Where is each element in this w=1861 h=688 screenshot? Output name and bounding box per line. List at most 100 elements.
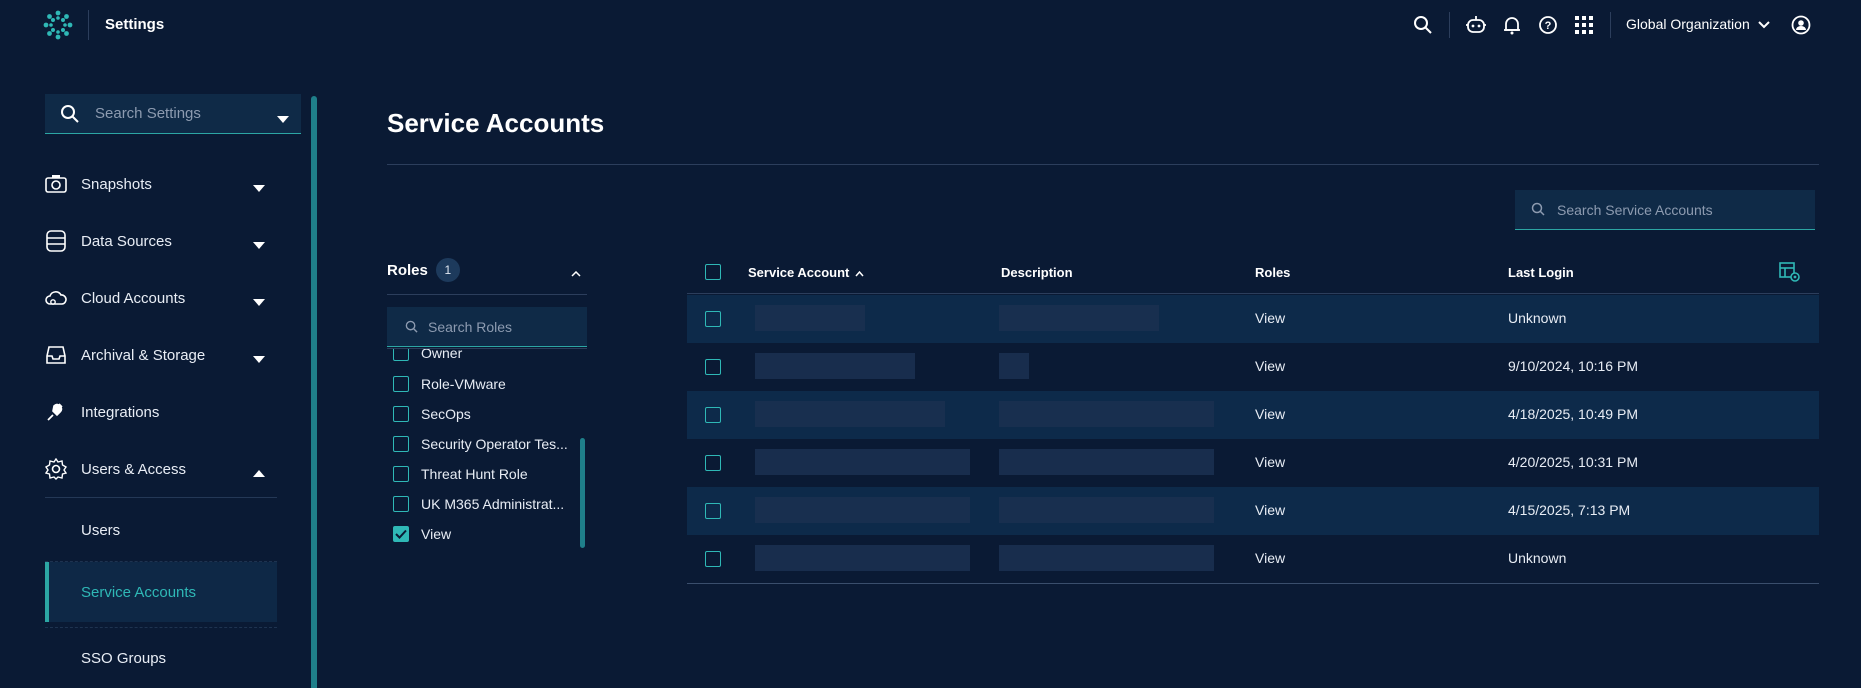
role-option-label: Threat Hunt Role [421, 466, 528, 482]
table-row[interactable]: View 4/20/2025, 10:31 PM [687, 439, 1819, 487]
app-logo-icon[interactable] [42, 9, 74, 41]
checkbox[interactable] [393, 376, 409, 392]
redacted-description [999, 401, 1214, 427]
checkbox[interactable] [393, 436, 409, 452]
roles-scrollbar[interactable] [580, 438, 585, 548]
assistant-bot-icon[interactable] [1464, 13, 1488, 37]
role-option-threat-hunt[interactable]: Threat Hunt Role [393, 459, 578, 489]
redacted-description [999, 449, 1214, 475]
role-option-security-operator[interactable]: Security Operator Tes... [393, 429, 578, 459]
sidebar-subitem-label: SSO Groups [81, 649, 167, 667]
plug-icon [45, 401, 67, 423]
sidebar-item-integrations[interactable]: Integrations [45, 392, 277, 432]
role-option-label: UK M365 Administrat... [421, 496, 565, 512]
roles-options-list: Owner Role-VMware SecOps Security Operat… [387, 348, 587, 550]
archive-tray-icon [45, 344, 67, 366]
redacted-description [999, 353, 1029, 379]
redacted-service-account [755, 449, 970, 475]
cloud-gear-icon [45, 287, 67, 309]
service-accounts-search-input[interactable]: Search Service Accounts [1515, 190, 1815, 230]
column-header-label: Last Login [1508, 265, 1574, 280]
sidebar-item-label: Archival & Storage [81, 346, 206, 364]
sidebar-subitem-service-accounts[interactable]: Service Accounts [45, 562, 277, 622]
roles-filter-header[interactable]: Roles 1 [387, 258, 587, 282]
sidebar-item-label: Cloud Accounts [81, 289, 186, 307]
redacted-service-account [755, 353, 915, 379]
camera-icon [45, 173, 67, 195]
row-checkbox[interactable] [705, 455, 721, 474]
sidebar-item-users-access[interactable]: Users & Access [45, 449, 277, 489]
top-bar: Settings ? Global Organization [0, 0, 1861, 50]
header-separator [1449, 12, 1450, 38]
role-option-owner[interactable]: Owner [393, 348, 578, 368]
settings-search-input[interactable]: Search Settings [45, 94, 301, 134]
bell-icon[interactable] [1500, 13, 1524, 37]
row-roles: View [1255, 454, 1286, 470]
chevron-up-icon[interactable] [571, 264, 581, 281]
sidebar-item-archival-storage[interactable]: Archival & Storage [45, 335, 277, 375]
role-option-label: Owner [421, 348, 463, 361]
row-checkbox[interactable] [705, 407, 721, 426]
sidebar-item-label: Integrations [81, 403, 160, 421]
checkbox[interactable] [393, 496, 409, 512]
search-icon [405, 320, 418, 338]
organization-selector[interactable]: Global Organization [1626, 16, 1770, 32]
roles-divider [387, 294, 587, 295]
checkbox[interactable] [705, 264, 721, 280]
row-last-login: 4/20/2025, 10:31 PM [1508, 454, 1638, 470]
sidebar-scrollbar[interactable] [311, 96, 317, 688]
checkbox[interactable] [393, 406, 409, 422]
sidebar-item-data-sources[interactable]: Data Sources [45, 221, 277, 261]
checkbox[interactable] [393, 466, 409, 482]
role-option-view[interactable]: View [393, 519, 578, 549]
column-header-roles[interactable]: Roles [1255, 265, 1290, 280]
column-header-description[interactable]: Description [1001, 265, 1073, 280]
caret-down-icon [253, 179, 265, 196]
row-last-login: Unknown [1508, 310, 1567, 326]
column-header-service-account[interactable]: Service Account [748, 265, 864, 280]
sidebar-subitem-sso-groups[interactable]: SSO Groups [45, 628, 277, 688]
table-row[interactable]: View 9/10/2024, 10:16 PM [687, 343, 1819, 391]
svg-text:?: ? [1545, 20, 1552, 32]
help-icon[interactable]: ? [1536, 13, 1560, 37]
user-account-icon[interactable] [1789, 13, 1813, 37]
settings-sidebar: Search Settings Snapshots Data Sources C… [0, 50, 320, 688]
role-option-secops[interactable]: SecOps [393, 399, 578, 429]
row-checkbox[interactable] [705, 503, 721, 522]
table-bottom-border [687, 583, 1819, 584]
row-checkbox[interactable] [705, 551, 721, 570]
role-option-uk-m365[interactable]: UK M365 Administrat... [393, 489, 578, 519]
sidebar-subitem-label: Service Accounts [81, 583, 197, 601]
sidebar-subitem-label: Users [81, 521, 121, 539]
roles-search-placeholder: Search Roles [428, 319, 513, 335]
row-roles: View [1255, 358, 1286, 374]
row-checkbox[interactable] [705, 311, 721, 330]
sidebar-item-snapshots[interactable]: Snapshots [45, 164, 277, 204]
role-option-role-vmware[interactable]: Role-VMware [393, 369, 578, 399]
title-divider [387, 164, 1819, 165]
sidebar-item-cloud-accounts[interactable]: Cloud Accounts [45, 278, 277, 318]
role-option-label: Role-VMware [421, 376, 506, 392]
sidebar-subitem-users[interactable]: Users [45, 500, 277, 560]
caret-down-icon[interactable] [277, 110, 289, 128]
checkbox[interactable] [393, 349, 409, 361]
row-checkbox[interactable] [705, 359, 721, 378]
apps-grid-icon[interactable] [1572, 13, 1596, 37]
caret-up-icon [253, 464, 265, 481]
table-row[interactable]: View Unknown [687, 535, 1819, 583]
column-settings-icon[interactable] [1779, 261, 1801, 283]
roles-search-input[interactable]: Search Roles [387, 307, 587, 347]
row-last-login: 4/15/2025, 7:13 PM [1508, 502, 1631, 518]
role-option-label: View [421, 526, 452, 542]
redacted-service-account [755, 545, 970, 571]
search-icon[interactable] [1411, 13, 1435, 37]
select-all-checkbox[interactable] [705, 264, 721, 280]
role-option-label: SecOps [421, 406, 471, 422]
table-row[interactable]: View 4/15/2025, 7:13 PM [687, 487, 1819, 535]
checkbox-checked[interactable] [393, 526, 409, 542]
table-row[interactable]: View Unknown [687, 295, 1819, 343]
column-header-last-login[interactable]: Last Login [1508, 265, 1574, 280]
column-header-label: Description [1001, 265, 1073, 280]
table-row[interactable]: View 4/18/2025, 10:49 PM [687, 391, 1819, 439]
sidebar-item-label: Snapshots [81, 175, 152, 193]
